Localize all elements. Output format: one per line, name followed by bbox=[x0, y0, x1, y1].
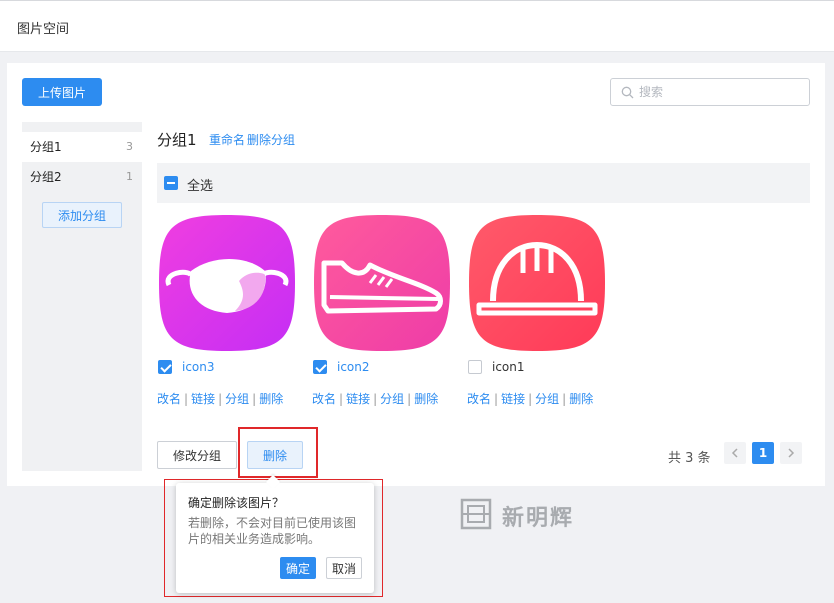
rename-image-link[interactable]: 改名 bbox=[157, 392, 181, 406]
image-actions: 改名 | 链接 | 分组 | 删除 bbox=[157, 392, 284, 406]
sidebar-item-label: 分组1 bbox=[30, 140, 62, 154]
watermark: 新明辉 bbox=[460, 498, 572, 533]
modify-group-button[interactable]: 修改分组 bbox=[157, 441, 237, 469]
sidebar-item-count: 3 bbox=[126, 140, 133, 153]
image-name: icon3 bbox=[182, 360, 215, 374]
select-all-label[interactable]: 全选 bbox=[187, 175, 213, 194]
top-bar: 图片空间 bbox=[0, 0, 834, 52]
image-actions: 改名 | 链接 | 分组 | 删除 bbox=[312, 392, 439, 406]
select-all-checkbox[interactable] bbox=[164, 176, 178, 190]
select-all-bar: 全选 bbox=[157, 163, 810, 203]
upload-image-button[interactable]: 上传图片 bbox=[22, 78, 102, 106]
popover-title: 确定删除该图片？ bbox=[188, 496, 285, 510]
delete-image-link[interactable]: 删除 bbox=[414, 392, 438, 406]
search-box[interactable] bbox=[610, 78, 810, 106]
image-name: icon2 bbox=[337, 360, 370, 374]
image-checkbox[interactable] bbox=[468, 360, 482, 374]
move-group-link[interactable]: 分组 bbox=[535, 392, 559, 406]
delete-image-link[interactable]: 删除 bbox=[569, 392, 593, 406]
sidebar-item-group2[interactable]: 分组2 1 bbox=[22, 162, 142, 192]
confirm-button[interactable]: 确定 bbox=[280, 557, 316, 579]
rename-image-link[interactable]: 改名 bbox=[312, 392, 336, 406]
group-title: 分组1 bbox=[157, 131, 197, 149]
image-name: icon1 bbox=[492, 360, 525, 374]
sidebar-item-count: 1 bbox=[126, 170, 133, 183]
image-space-panel: 上传图片 分组1 3 分组2 1 添加分组 分组1 重命名 删除分组 全选 bbox=[7, 63, 825, 486]
helmet-icon[interactable] bbox=[467, 213, 607, 353]
sidebar-item-group1[interactable]: 分组1 3 bbox=[22, 132, 142, 162]
delete-confirm-popover: 确定删除该图片？ 若删除，不会对目前已使用该图片的相关业务造成影响。 确定 取消 bbox=[176, 483, 374, 593]
delete-image-link[interactable]: 删除 bbox=[259, 392, 283, 406]
rename-group-link[interactable]: 重命名 bbox=[209, 131, 245, 148]
group-sidebar: 分组1 3 分组2 1 添加分组 bbox=[22, 122, 142, 471]
page-button-current[interactable]: 1 bbox=[752, 442, 774, 464]
page-title: 图片空间 bbox=[17, 22, 70, 37]
search-input[interactable] bbox=[639, 83, 799, 101]
next-page-button[interactable] bbox=[780, 442, 802, 464]
image-actions: 改名 | 链接 | 分组 | 删除 bbox=[467, 392, 594, 406]
mask-icon[interactable] bbox=[157, 213, 297, 353]
cancel-button[interactable]: 取消 bbox=[326, 557, 362, 579]
delete-button-highlight bbox=[238, 427, 318, 478]
prev-page-button[interactable] bbox=[724, 442, 746, 464]
copy-link-link[interactable]: 链接 bbox=[191, 392, 215, 406]
shoe-icon[interactable] bbox=[312, 213, 452, 353]
watermark-logo-icon bbox=[460, 498, 492, 530]
pagination-total: 共 3 条 bbox=[668, 451, 711, 466]
image-checkbox[interactable] bbox=[158, 360, 172, 374]
chevron-left-icon bbox=[731, 448, 738, 458]
move-group-link[interactable]: 分组 bbox=[380, 392, 404, 406]
chevron-right-icon bbox=[788, 448, 795, 458]
copy-link-link[interactable]: 链接 bbox=[346, 392, 370, 406]
image-checkbox[interactable] bbox=[313, 360, 327, 374]
add-group-button[interactable]: 添加分组 bbox=[42, 202, 122, 228]
popover-description: 若删除，不会对目前已使用该图片的相关业务造成影响。 bbox=[188, 516, 357, 546]
search-icon bbox=[621, 86, 634, 99]
delete-group-link[interactable]: 删除分组 bbox=[247, 131, 295, 148]
move-group-link[interactable]: 分组 bbox=[225, 392, 249, 406]
rename-image-link[interactable]: 改名 bbox=[467, 392, 491, 406]
copy-link-link[interactable]: 链接 bbox=[501, 392, 525, 406]
sidebar-item-label: 分组2 bbox=[30, 170, 62, 184]
watermark-text: 新明辉 bbox=[502, 505, 575, 531]
